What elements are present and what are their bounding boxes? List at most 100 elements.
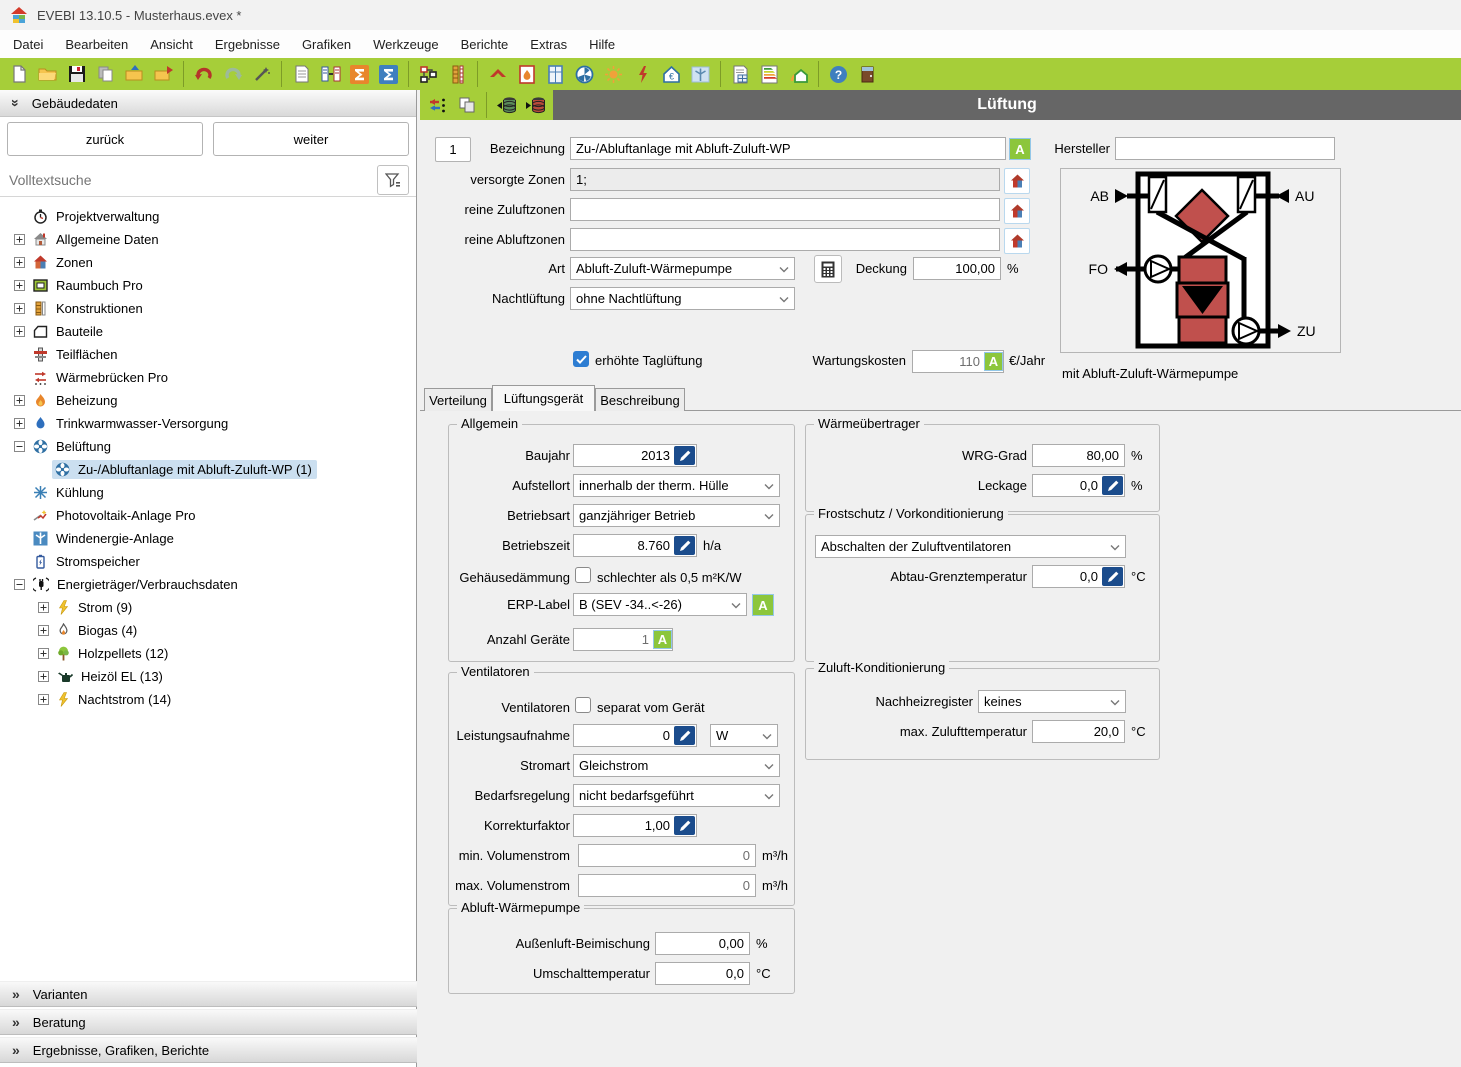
- versorgte-zonen-input[interactable]: [570, 168, 1000, 191]
- betriebsart-select[interactable]: ganzjähriger Betrieb: [573, 504, 780, 527]
- document-icon[interactable]: [287, 61, 316, 87]
- wrg-grad-input[interactable]: [1032, 444, 1125, 467]
- deckung-input[interactable]: [913, 257, 1001, 280]
- sidebar-item-belueftung[interactable]: Belüftung: [0, 435, 417, 458]
- edit-pencil-button[interactable]: [674, 816, 695, 835]
- edit-pencil-button[interactable]: [674, 536, 695, 555]
- edit-pencil-button[interactable]: [1102, 567, 1123, 586]
- baujahr-input[interactable]: [574, 445, 674, 466]
- wind-energy-icon[interactable]: [686, 61, 715, 87]
- exit-door-icon[interactable]: [853, 61, 882, 87]
- expand-plus-icon[interactable]: [14, 234, 25, 245]
- erhoehte-taglueftung-checkbox[interactable]: [573, 351, 589, 367]
- sum-orange-icon[interactable]: [345, 61, 374, 87]
- auto-badge-button[interactable]: A: [752, 594, 774, 616]
- auto-badge-button[interactable]: A: [1009, 138, 1031, 160]
- expand-plus-icon[interactable]: [14, 395, 25, 406]
- database-export-icon[interactable]: [521, 92, 550, 118]
- report-icon[interactable]: [726, 61, 755, 87]
- menu-grafiken[interactable]: Grafiken: [291, 37, 362, 52]
- korrekturfaktor-input[interactable]: [574, 815, 674, 836]
- nachtlueftung-select[interactable]: ohne Nachtlüftung: [570, 287, 795, 310]
- sidebar-item-energietraeger[interactable]: Energieträger/Verbrauchsdaten: [0, 573, 417, 596]
- collapse-minus-icon[interactable]: [14, 441, 25, 452]
- art-select[interactable]: Abluft-Zuluft-Wärmepumpe: [570, 257, 795, 280]
- menu-berichte[interactable]: Berichte: [450, 37, 520, 52]
- back-button[interactable]: zurück: [7, 122, 203, 156]
- bedarfsregelung-select[interactable]: nicht bedarfsgeführt: [573, 784, 780, 807]
- sidebar-item-strom[interactable]: Strom (9): [0, 596, 417, 619]
- expand-plus-icon[interactable]: [38, 671, 49, 682]
- sidebar-item-raumbuch-pro[interactable]: Raumbuch Pro: [0, 274, 417, 297]
- expand-plus-icon[interactable]: [14, 326, 25, 337]
- zone-picker-button[interactable]: [1004, 228, 1030, 254]
- max-volumenstrom-input[interactable]: [578, 874, 756, 897]
- max-zulufttemperatur-input[interactable]: [1032, 720, 1125, 743]
- leckage-input[interactable]: [1033, 475, 1102, 496]
- gehaeusedaemmung-checkbox[interactable]: [575, 567, 591, 583]
- search-input[interactable]: [7, 171, 377, 189]
- electricity-icon[interactable]: [628, 61, 657, 87]
- sidebar-item-zu-abluftanlage[interactable]: Zu-/Abluftanlage mit Abluft-Zuluft-WP (1…: [0, 458, 417, 481]
- menu-ergebnisse[interactable]: Ergebnisse: [204, 37, 291, 52]
- next-button[interactable]: weiter: [213, 122, 409, 156]
- sidebar-item-photovoltaik[interactable]: Photovoltaik-Anlage Pro: [0, 504, 417, 527]
- tab-verteilung[interactable]: Verteilung: [424, 388, 492, 411]
- menu-ansicht[interactable]: Ansicht: [139, 37, 204, 52]
- collapse-minus-icon[interactable]: [14, 579, 25, 590]
- umschalttemperatur-input[interactable]: [655, 962, 750, 985]
- sidebar-item-trinkwarmwasser[interactable]: Trinkwarmwasser-Versorgung: [0, 412, 417, 435]
- ventilation-icon[interactable]: [570, 61, 599, 87]
- menu-extras[interactable]: Extras: [519, 37, 578, 52]
- reine-abluftzonen-input[interactable]: [570, 228, 1000, 251]
- panel-ergebnisse[interactable]: » Ergebnisse, Grafiken, Berichte: [0, 1037, 417, 1063]
- ventilatoren-separat-checkbox[interactable]: [575, 697, 591, 713]
- edit-pencil-button[interactable]: [1102, 476, 1123, 495]
- import-project-icon[interactable]: [120, 61, 149, 87]
- database-import-icon[interactable]: [492, 92, 521, 118]
- expand-plus-icon[interactable]: [14, 303, 25, 314]
- construction-layers-icon[interactable]: [443, 61, 472, 87]
- filter-button[interactable]: [377, 165, 409, 195]
- sun-icon[interactable]: [599, 61, 628, 87]
- open-folder-icon[interactable]: [33, 61, 62, 87]
- hersteller-input[interactable]: [1115, 137, 1335, 160]
- export-project-icon[interactable]: [149, 61, 178, 87]
- sidebar-item-projektverwaltung[interactable]: Projektverwaltung: [0, 205, 417, 228]
- sidebar-item-nachtstrom[interactable]: Nachtstrom (14): [0, 688, 417, 711]
- reine-zuluftzonen-input[interactable]: [570, 198, 1000, 221]
- redo-icon[interactable]: [218, 61, 247, 87]
- undo-icon[interactable]: [189, 61, 218, 87]
- wizard-icon[interactable]: [247, 61, 276, 87]
- sidebar-item-waermebruecken-pro[interactable]: Wärmebrücken Pro: [0, 366, 417, 389]
- aussenluft-beimischung-input[interactable]: [655, 932, 750, 955]
- leistungsaufnahme-input[interactable]: [574, 725, 674, 746]
- sidebar-item-teilflaechen[interactable]: Teilflächen: [0, 343, 417, 366]
- window-icon[interactable]: [541, 61, 570, 87]
- heating-icon[interactable]: [512, 61, 541, 87]
- sidebar-item-kuehlung[interactable]: Kühlung: [0, 481, 417, 504]
- nachheizregister-select[interactable]: keines: [978, 690, 1126, 713]
- auto-badge-button[interactable]: A: [984, 352, 1003, 371]
- abtau-grenztemperatur-input[interactable]: [1033, 566, 1102, 587]
- save-icon[interactable]: [62, 61, 91, 87]
- sidebar-item-konstruktionen[interactable]: Konstruktionen: [0, 297, 417, 320]
- zone-picker-button[interactable]: [1004, 198, 1030, 224]
- sidebar-item-heizoel[interactable]: Heizöl EL (13): [0, 665, 417, 688]
- tab-beschreibung[interactable]: Beschreibung: [595, 388, 685, 411]
- sidebar-item-stromspeicher[interactable]: Stromspeicher: [0, 550, 417, 573]
- roof-icon[interactable]: [483, 61, 512, 87]
- anzahl-geraete-input[interactable]: [574, 629, 653, 650]
- edit-pencil-button[interactable]: [674, 446, 695, 465]
- bezeichnung-input[interactable]: [570, 137, 1006, 160]
- sidebar-item-windenergie[interactable]: Windenergie-Anlage: [0, 527, 417, 550]
- min-volumenstrom-input[interactable]: [578, 844, 756, 867]
- expand-plus-icon[interactable]: [14, 257, 25, 268]
- betriebszeit-input[interactable]: [574, 535, 674, 556]
- sidebar-item-allgemeine-daten[interactable]: Allgemeine Daten: [0, 228, 417, 251]
- menu-datei[interactable]: Datei: [2, 37, 54, 52]
- new-file-icon[interactable]: [4, 61, 33, 87]
- reorder-icon[interactable]: [423, 92, 452, 118]
- erp-label-select[interactable]: B (SEV -34..<-26): [573, 593, 747, 616]
- compare-documents-icon[interactable]: [316, 61, 345, 87]
